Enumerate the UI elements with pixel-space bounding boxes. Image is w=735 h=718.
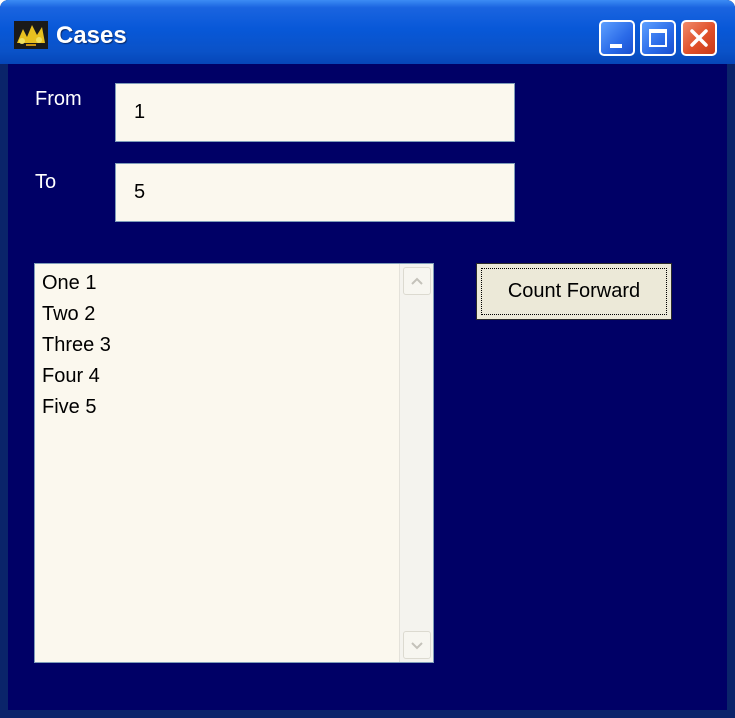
close-button[interactable] xyxy=(681,20,717,56)
list-item[interactable]: One 1 xyxy=(42,268,111,299)
chevron-down-icon xyxy=(411,642,423,650)
list-item[interactable]: Two 2 xyxy=(42,299,111,330)
minimize-icon xyxy=(610,44,622,48)
scroll-down-button[interactable] xyxy=(403,631,431,659)
list-item[interactable]: Four 4 xyxy=(42,361,111,392)
results-list: One 1 Two 2 Three 3 Four 4 Five 5 xyxy=(42,268,111,423)
minimize-button[interactable] xyxy=(599,20,635,56)
list-scrollbar[interactable] xyxy=(399,264,433,662)
list-item[interactable]: Three 3 xyxy=(42,330,111,361)
scroll-up-button[interactable] xyxy=(403,267,431,295)
client-area: From To One 1 Two 2 Three 3 Four 4 Five … xyxy=(8,64,727,710)
maximize-icon xyxy=(649,29,667,47)
maximize-button[interactable] xyxy=(640,20,676,56)
window-title: Cases xyxy=(56,22,127,49)
close-icon xyxy=(690,29,708,47)
chevron-up-icon xyxy=(411,277,423,285)
to-label: To xyxy=(35,171,57,193)
to-input[interactable] xyxy=(115,163,515,222)
from-input[interactable] xyxy=(115,83,515,142)
from-label: From xyxy=(35,88,82,110)
app-icon[interactable] xyxy=(14,21,48,49)
title-bar[interactable]: Cases xyxy=(0,0,735,64)
count-forward-label: Count Forward xyxy=(507,280,641,302)
count-forward-button[interactable]: Count Forward xyxy=(476,263,672,320)
results-listbox[interactable]: One 1 Two 2 Three 3 Four 4 Five 5 xyxy=(34,263,434,663)
list-item[interactable]: Five 5 xyxy=(42,392,111,423)
cases-window: Cases From To One 1 Two 2 Three 3 Four 4… xyxy=(0,0,735,718)
